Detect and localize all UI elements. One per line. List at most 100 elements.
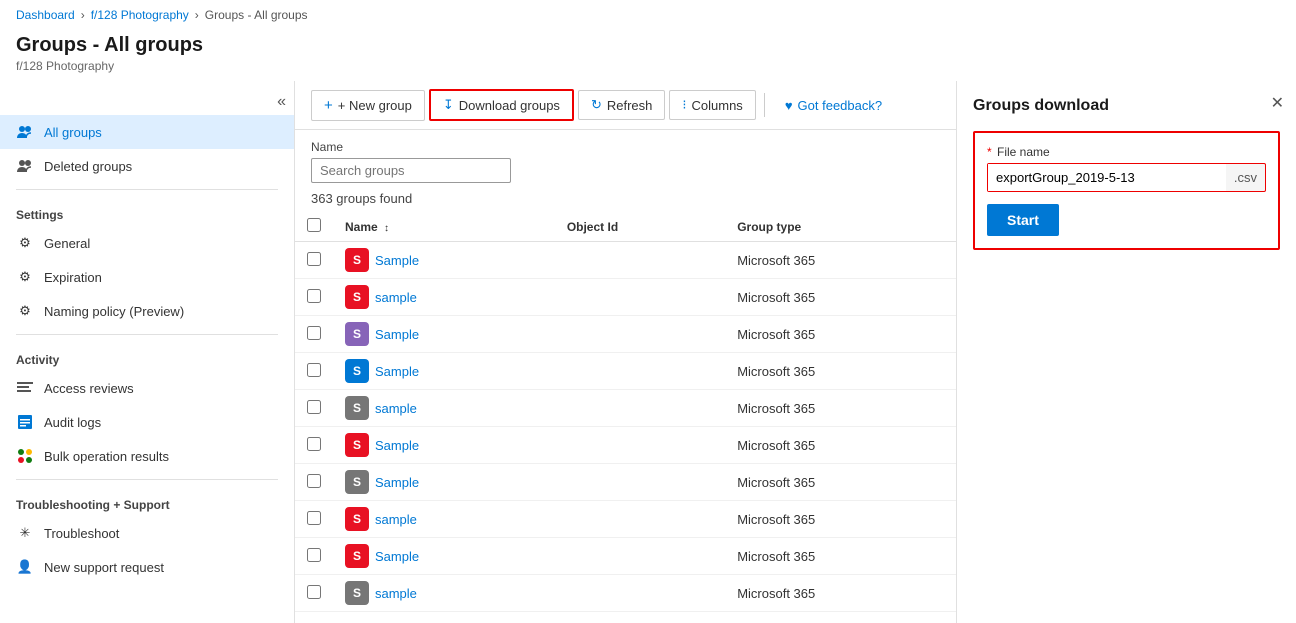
row-checkbox-5[interactable] <box>307 437 321 451</box>
group-name-link-4[interactable]: sample <box>375 401 417 416</box>
group-type-cell: Microsoft 365 <box>725 242 956 279</box>
object-id-cell <box>555 427 725 464</box>
access-reviews-label: Access reviews <box>44 381 134 396</box>
all-groups-icon <box>16 123 34 141</box>
sidebar-divider-1 <box>16 189 278 190</box>
download-icon: ↧ <box>443 97 454 113</box>
general-gear-icon: ⚙ <box>16 234 34 252</box>
group-name-link-0[interactable]: Sample <box>375 253 419 268</box>
troubleshoot-icon: ✳ <box>16 524 34 542</box>
sidebar-item-naming-policy[interactable]: ⚙ Naming policy (Preview) <box>0 294 294 328</box>
row-checkbox-7[interactable] <box>307 511 321 525</box>
sidebar: « All groups D <box>0 81 295 623</box>
name-cell: S Sample <box>333 538 555 575</box>
groups-count: 363 groups found <box>295 187 956 212</box>
naming-policy-label: Naming policy (Preview) <box>44 304 184 319</box>
plus-icon: + <box>324 97 333 114</box>
row-checkbox-6[interactable] <box>307 474 321 488</box>
row-checkbox-cell <box>295 538 333 575</box>
feedback-button[interactable]: ♥ Got feedback? <box>773 92 894 119</box>
groups-table: Name ↕ Object Id Group type S Sample <box>295 212 956 612</box>
row-checkbox-3[interactable] <box>307 363 321 377</box>
object-id-cell <box>555 501 725 538</box>
select-all-checkbox[interactable] <box>307 218 321 232</box>
refresh-icon: ↻ <box>591 97 602 113</box>
toolbar: + + New group ↧ Download groups ↻ Refres… <box>295 81 956 130</box>
expiration-label: Expiration <box>44 270 102 285</box>
name-cell: S Sample <box>333 316 555 353</box>
name-cell: S Sample <box>333 427 555 464</box>
group-name-link-2[interactable]: Sample <box>375 327 419 342</box>
main-content: + + New group ↧ Download groups ↻ Refres… <box>295 81 956 623</box>
expiration-gear-icon: ⚙ <box>16 268 34 286</box>
feedback-label: Got feedback? <box>798 98 883 113</box>
row-checkbox-cell <box>295 353 333 390</box>
sidebar-item-all-groups[interactable]: All groups <box>0 115 294 149</box>
bulk-ops-label: Bulk operation results <box>44 449 169 464</box>
filter-name-label: Name <box>311 140 511 154</box>
name-cell: S Sample <box>333 353 555 390</box>
new-group-button[interactable]: + + New group <box>311 90 425 121</box>
row-checkbox-cell <box>295 575 333 612</box>
download-form: * File name .csv Start <box>973 131 1280 250</box>
right-panel-close-button[interactable]: ✕ <box>1271 93 1284 113</box>
bulk-ops-icon <box>16 447 34 465</box>
search-input[interactable] <box>311 158 511 183</box>
file-name-input[interactable] <box>988 164 1226 191</box>
activity-section-title: Activity <box>0 341 294 371</box>
breadcrumb-org[interactable]: f/128 Photography <box>91 8 189 22</box>
group-name-link-9[interactable]: sample <box>375 586 417 601</box>
table-row: S Sample Microsoft 365 <box>295 353 956 390</box>
file-extension: .csv <box>1226 163 1266 192</box>
group-name-link-7[interactable]: sample <box>375 512 417 527</box>
sidebar-item-expiration[interactable]: ⚙ Expiration <box>0 260 294 294</box>
group-name-link-1[interactable]: sample <box>375 290 417 305</box>
row-checkbox-8[interactable] <box>307 548 321 562</box>
sidebar-item-audit-logs[interactable]: Audit logs <box>0 405 294 439</box>
row-checkbox-cell <box>295 427 333 464</box>
table-row: S sample Microsoft 365 <box>295 279 956 316</box>
group-name-link-5[interactable]: Sample <box>375 438 419 453</box>
row-checkbox-2[interactable] <box>307 326 321 340</box>
table-row: S Sample Microsoft 365 <box>295 242 956 279</box>
table-row: S sample Microsoft 365 <box>295 575 956 612</box>
start-button[interactable]: Start <box>987 204 1059 236</box>
sidebar-item-troubleshoot[interactable]: ✳ Troubleshoot <box>0 516 294 550</box>
row-checkbox-0[interactable] <box>307 252 321 266</box>
toolbar-divider <box>764 93 765 117</box>
object-id-cell <box>555 464 725 501</box>
sidebar-collapse-btn[interactable]: « <box>0 89 294 115</box>
audit-logs-label: Audit logs <box>44 415 101 430</box>
new-support-icon: 👤 <box>16 558 34 576</box>
row-checkbox-4[interactable] <box>307 400 321 414</box>
group-type-cell: Microsoft 365 <box>725 279 956 316</box>
breadcrumb-dashboard[interactable]: Dashboard <box>16 8 75 22</box>
columns-button[interactable]: ⁝ Columns <box>669 90 755 120</box>
required-indicator: * <box>987 145 992 159</box>
object-id-cell <box>555 390 725 427</box>
sidebar-item-general[interactable]: ⚙ General <box>0 226 294 260</box>
deleted-groups-label: Deleted groups <box>44 159 132 174</box>
row-checkbox-1[interactable] <box>307 289 321 303</box>
object-id-column-header: Object Id <box>555 212 725 242</box>
sidebar-item-access-reviews[interactable]: Access reviews <box>0 371 294 405</box>
group-name-link-3[interactable]: Sample <box>375 364 419 379</box>
sidebar-item-new-support[interactable]: 👤 New support request <box>0 550 294 584</box>
page-subtitle: f/128 Photography <box>16 59 1280 73</box>
deleted-groups-icon <box>16 157 34 175</box>
object-id-cell <box>555 279 725 316</box>
row-checkbox-cell <box>295 390 333 427</box>
troubleshooting-section-title: Troubleshooting + Support <box>0 486 294 516</box>
sidebar-item-bulk-ops[interactable]: Bulk operation results <box>0 439 294 473</box>
group-name-link-8[interactable]: Sample <box>375 549 419 564</box>
name-cell: S Sample <box>333 464 555 501</box>
refresh-button[interactable]: ↻ Refresh <box>578 90 665 120</box>
group-name-link-6[interactable]: Sample <box>375 475 419 490</box>
row-checkbox-9[interactable] <box>307 585 321 599</box>
collapse-icon[interactable]: « <box>277 93 286 111</box>
sort-indicator-icon: ↕ <box>384 223 389 234</box>
sidebar-item-deleted-groups[interactable]: Deleted groups <box>0 149 294 183</box>
download-groups-button[interactable]: ↧ Download groups <box>429 89 574 121</box>
group-type-cell: Microsoft 365 <box>725 353 956 390</box>
general-label: General <box>44 236 90 251</box>
